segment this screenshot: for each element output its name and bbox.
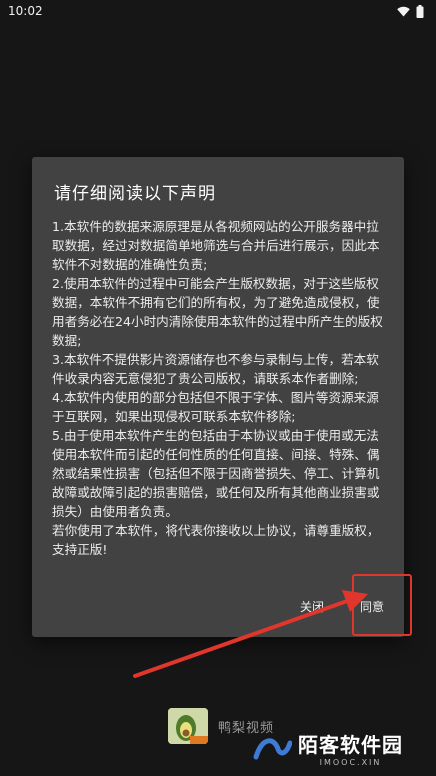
watermark: 陌客软件园 IMOOC.XIN — [252, 724, 432, 772]
watermark-subtitle: IMOOC.XIN — [319, 758, 382, 767]
watermark-logo-icon — [253, 738, 292, 760]
annotation-arrow-icon — [133, 590, 368, 678]
watermark-title: 陌客软件园 — [298, 733, 403, 757]
